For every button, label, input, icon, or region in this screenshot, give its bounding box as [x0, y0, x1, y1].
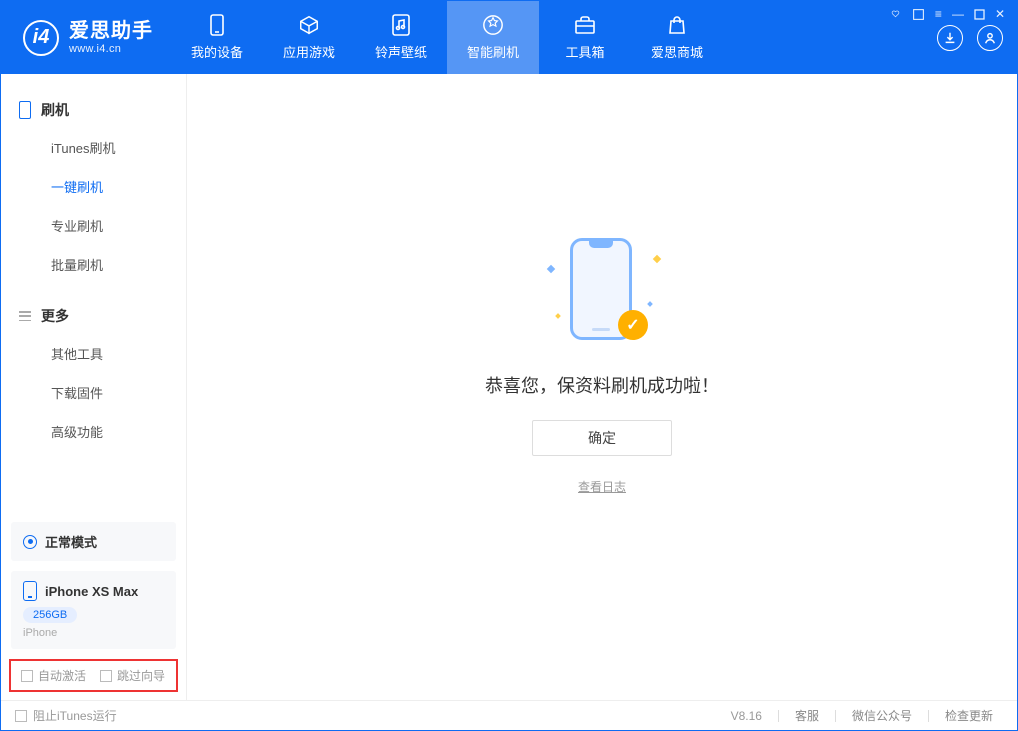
tab-label: 工具箱 [565, 42, 604, 61]
sidebar-item-advanced[interactable]: 高级功能 [1, 412, 186, 451]
phone-icon [19, 101, 31, 119]
device-name: iPhone XS Max [45, 584, 138, 599]
sidebar-group-title: 刷机 [41, 100, 69, 120]
feedback-icon[interactable] [889, 8, 902, 21]
checkbox-label: 阻止iTunes运行 [33, 707, 117, 724]
device-mode-card[interactable]: 正常模式 [11, 522, 176, 561]
checkmark-badge-icon: ✓ [618, 310, 648, 340]
device-icon [23, 581, 37, 601]
app-title: 爱思助手 [69, 20, 153, 43]
status-bar: 阻止iTunes运行 V8.16 客服 微信公众号 检查更新 [1, 700, 1017, 730]
sidebar-item-pro-flash[interactable]: 专业刷机 [1, 206, 186, 245]
header: i4 爱思助手 www.i4.cn 我的设备 应用游戏 铃声壁纸 智能刷机 [1, 1, 1017, 74]
tab-smart-flash[interactable]: 智能刷机 [447, 1, 539, 74]
tab-label: 我的设备 [191, 42, 243, 61]
checkbox-label: 自动激活 [38, 667, 86, 684]
minimize-button[interactable]: — [952, 7, 964, 21]
tab-label: 铃声壁纸 [375, 42, 427, 61]
sidebar-item-download-firmware[interactable]: 下载固件 [1, 373, 186, 412]
close-button[interactable]: ✕ [995, 7, 1005, 21]
tab-label: 应用游戏 [283, 42, 335, 61]
toolbox-icon [574, 14, 596, 36]
sidebar-item-other-tools[interactable]: 其他工具 [1, 334, 186, 373]
tab-label: 爱思商城 [651, 42, 703, 61]
mode-icon [23, 535, 37, 549]
checkbox-icon [21, 670, 33, 682]
device-icon [206, 14, 228, 36]
checkbox-icon [100, 670, 112, 682]
main-content: ✓ 恭喜您，保资料刷机成功啦！ 确定 查看日志 [187, 74, 1017, 700]
version-label: V8.16 [731, 709, 772, 723]
menu-lines-icon [19, 311, 31, 321]
sidebar-group-more: 更多 [1, 298, 186, 334]
checkbox-label: 跳过向导 [117, 667, 165, 684]
download-button[interactable] [937, 25, 963, 51]
sidebar: 刷机 iTunes刷机 一键刷机 专业刷机 批量刷机 更多 其他工具 下载固件 … [1, 74, 187, 700]
checkbox-icon [15, 710, 27, 722]
footer-link-wechat[interactable]: 微信公众号 [842, 707, 922, 724]
tab-apps-games[interactable]: 应用游戏 [263, 1, 355, 74]
logo-icon: i4 [23, 20, 59, 56]
apps-icon [298, 14, 320, 36]
sparkle-icon [547, 264, 555, 272]
footer-link-support[interactable]: 客服 [785, 707, 829, 724]
tab-ringtones[interactable]: 铃声壁纸 [355, 1, 447, 74]
ok-button[interactable]: 确定 [532, 420, 672, 456]
app-url: www.i4.cn [69, 43, 153, 56]
checkbox-auto-activate[interactable]: 自动激活 [21, 667, 86, 684]
checkbox-skip-wizard[interactable]: 跳过向导 [100, 667, 165, 684]
device-type: iPhone [23, 627, 164, 639]
checkbox-block-itunes[interactable]: 阻止iTunes运行 [15, 707, 117, 724]
maximize-button[interactable] [974, 9, 985, 20]
tab-store[interactable]: 爱思商城 [631, 1, 723, 74]
sparkle-icon [647, 301, 653, 307]
device-panel: 正常模式 iPhone XS Max 256GB iPhone [1, 512, 186, 659]
sparkle-icon [555, 313, 561, 319]
success-illustration: ✓ [542, 230, 662, 350]
device-card[interactable]: iPhone XS Max 256GB iPhone [11, 571, 176, 649]
skin-icon[interactable] [912, 8, 925, 21]
body: 刷机 iTunes刷机 一键刷机 专业刷机 批量刷机 更多 其他工具 下载固件 … [1, 74, 1017, 700]
success-message: 恭喜您，保资料刷机成功啦！ [485, 372, 719, 398]
device-storage: 256GB [23, 607, 77, 623]
sidebar-group-title: 更多 [41, 306, 69, 326]
sidebar-item-batch-flash[interactable]: 批量刷机 [1, 245, 186, 284]
ringtone-icon [390, 14, 412, 36]
sidebar-item-one-click-flash[interactable]: 一键刷机 [1, 167, 186, 206]
menu-icon[interactable]: ≡ [935, 7, 942, 21]
tab-toolbox[interactable]: 工具箱 [539, 1, 631, 74]
sparkle-icon [653, 254, 661, 262]
app-window: ≡ — ✕ i4 爱思助手 www.i4.cn 我的设备 应用游戏 铃声壁纸 [0, 0, 1018, 731]
flash-icon [482, 14, 504, 36]
sidebar-item-itunes-flash[interactable]: iTunes刷机 [1, 128, 186, 167]
tab-label: 智能刷机 [467, 42, 519, 61]
view-log-link[interactable]: 查看日志 [578, 478, 626, 495]
store-icon [666, 14, 688, 36]
nav-tabs: 我的设备 应用游戏 铃声壁纸 智能刷机 工具箱 爱思商城 [171, 1, 723, 74]
tab-my-device[interactable]: 我的设备 [171, 1, 263, 74]
account-button[interactable] [977, 25, 1003, 51]
flash-options-row: 自动激活 跳过向导 [9, 659, 178, 692]
logo: i4 爱思助手 www.i4.cn [1, 1, 171, 74]
window-controls: ≡ — ✕ [889, 7, 1005, 21]
device-mode-label: 正常模式 [45, 532, 97, 551]
footer-link-check-update[interactable]: 检查更新 [935, 707, 1003, 724]
sidebar-group-flash: 刷机 [1, 92, 186, 128]
